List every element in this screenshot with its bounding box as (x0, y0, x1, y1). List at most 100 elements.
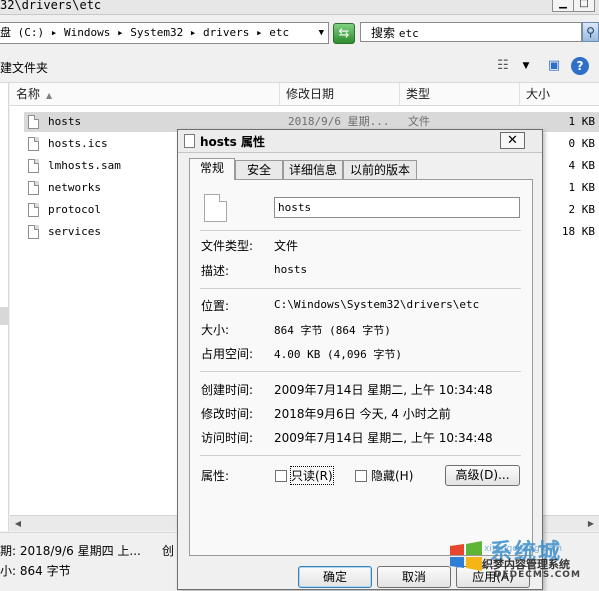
preview-pane-icon[interactable]: ▣ (545, 58, 563, 74)
divider (200, 288, 521, 289)
maximize-icon: □ (579, 0, 589, 9)
file-name: lmhosts.sam (48, 159, 121, 172)
hidden-checkbox[interactable] (355, 470, 367, 482)
tab-previous-versions[interactable]: 以前的版本 (343, 160, 417, 179)
size-label: 大小: (201, 323, 230, 337)
column-name-label: 名称 (16, 87, 41, 101)
address-bar[interactable]: 盘 (C:) ▸ Windows ▸ System32 ▸ drivers ▸ … (0, 22, 329, 44)
file-icon (28, 181, 39, 195)
close-icon: ✕ (507, 133, 518, 148)
accessed-label: 访问时间: (201, 431, 254, 445)
window-title: 32\drivers\etc (0, 0, 102, 12)
scroll-right-icon[interactable]: ▶ (585, 517, 597, 530)
file-name: hosts (48, 115, 82, 128)
toolbar: 建文件夹 ☷ ▼ ▣ ? (0, 52, 599, 83)
size-value: 864 字节 (864 字节) (274, 324, 391, 337)
search-input[interactable]: 搜索 etc (360, 22, 582, 42)
tab-details[interactable]: 详细信息 (283, 160, 343, 179)
file-name: networks (48, 181, 101, 194)
tab-security[interactable]: 安全 (235, 160, 283, 179)
navigation-pane[interactable] (0, 83, 9, 531)
file-size: 0 KB (568, 137, 596, 150)
readonly-checkbox[interactable] (275, 470, 287, 482)
description-label: 描述: (201, 264, 230, 278)
created-value: 2009年7月14日 星期二, 上午 10:34:48 (274, 383, 493, 397)
tab-general[interactable]: 常规 (189, 158, 235, 180)
address-path: 盘 (C:) ▸ Windows ▸ System32 ▸ drivers ▸ … (0, 26, 290, 39)
chevron-down-icon[interactable]: ▼ (319, 23, 324, 43)
location-label: 位置: (201, 299, 230, 313)
file-size: 1 KB (568, 115, 596, 128)
dialog-titlebar: hosts 属性 ✕ (178, 130, 542, 153)
filename-input[interactable]: hosts (274, 197, 520, 218)
search-icon: ⚲ (586, 25, 595, 39)
divider (200, 230, 521, 231)
file-name: services (48, 225, 101, 238)
refresh-icon: ⇆ (338, 26, 350, 41)
accessed-value: 2009年7月14日 星期二, 上午 10:34:48 (274, 431, 493, 445)
file-size: 2 KB (568, 203, 596, 216)
hidden-label[interactable]: 隐藏(H) (371, 467, 413, 484)
address-bar-row: 盘 (C:) ▸ Windows ▸ System32 ▸ drivers ▸ … (0, 20, 599, 46)
file-icon (28, 225, 39, 239)
view-options-icon[interactable]: ☷ (494, 58, 512, 74)
window-titlebar: 32\drivers\etc ▁ □ (0, 0, 599, 15)
file-icon (28, 203, 39, 217)
description-value: hosts (274, 263, 308, 276)
file-icon (184, 134, 195, 148)
navigation-pane-selection (0, 307, 8, 325)
ok-button[interactable]: 确定 (298, 566, 372, 588)
sort-ascending-icon: ▲ (46, 91, 53, 100)
close-button[interactable]: ✕ (500, 132, 525, 149)
search-button[interactable]: ⚲ (582, 22, 599, 42)
attributes-label: 属性: (201, 469, 230, 483)
advanced-button[interactable]: 高级(D)... (445, 465, 520, 486)
file-type-label: 文件类型: (201, 239, 254, 253)
readonly-label[interactable]: 只读(R) (290, 466, 334, 485)
column-modified-label: 修改日期 (286, 87, 335, 101)
file-size: 1 KB (568, 181, 596, 194)
column-size[interactable]: 大小 (520, 83, 599, 105)
maximize-button[interactable]: □ (573, 0, 595, 12)
file-icon (28, 159, 39, 173)
column-type[interactable]: 类型 (400, 83, 520, 105)
modified-label: 修改时间: (201, 407, 254, 421)
file-name: protocol (48, 203, 101, 216)
chevron-down-icon[interactable]: ▼ (520, 58, 532, 74)
dialog-title: hosts 属性 (200, 135, 265, 149)
disk-size-value: 4.00 KB (4,096 字节) (274, 348, 402, 361)
file-icon (28, 115, 39, 129)
search-value: etc (398, 27, 419, 40)
tab-panel-general: hosts 文件类型: 文件 描述: hosts 位置: C:\Windows\… (189, 179, 533, 556)
created-label: 创建时间: (201, 383, 254, 397)
details-modified: 期: 2018/9/6 星期四 上... (0, 544, 141, 558)
dialog-tabs: 常规 安全 详细信息 以前的版本 (189, 158, 533, 180)
scroll-left-icon[interactable]: ◀ (12, 517, 24, 530)
column-type-label: 类型 (406, 87, 431, 101)
properties-dialog: hosts 属性 ✕ 常规 安全 详细信息 以前的版本 hosts 文件类型: … (177, 129, 543, 590)
details-size: 小: 864 字节 (0, 564, 71, 578)
file-icon (204, 194, 227, 222)
disk-size-label: 占用空间: (201, 347, 254, 361)
search-placeholder: 搜索 (371, 26, 396, 40)
minimize-icon: ▁ (559, 0, 567, 9)
details-created: 创 (162, 544, 175, 558)
file-name: hosts.ics (48, 137, 108, 150)
minimize-button[interactable]: ▁ (552, 0, 574, 12)
new-folder-button[interactable]: 建文件夹 (0, 59, 48, 76)
modified-value: 2018年9月6日 今天, 4 小时之前 (274, 407, 451, 421)
help-icon[interactable]: ? (571, 57, 589, 75)
refresh-button[interactable]: ⇆ (333, 23, 355, 44)
windows-logo-icon (450, 541, 482, 571)
divider (200, 371, 521, 372)
column-headers: 名称 ▲ 修改日期 类型 大小 (10, 83, 599, 106)
column-modified[interactable]: 修改日期 (280, 83, 400, 105)
column-size-label: 大小 (526, 87, 551, 101)
location-value: C:\Windows\System32\drivers\etc (274, 298, 480, 311)
divider (200, 455, 521, 456)
file-type-value: 文件 (274, 239, 299, 253)
file-icon (28, 137, 39, 151)
file-size: 18 KB (561, 225, 595, 238)
column-name[interactable]: 名称 ▲ (10, 83, 280, 105)
watermark-url: DEDECMS.COM (494, 570, 581, 580)
